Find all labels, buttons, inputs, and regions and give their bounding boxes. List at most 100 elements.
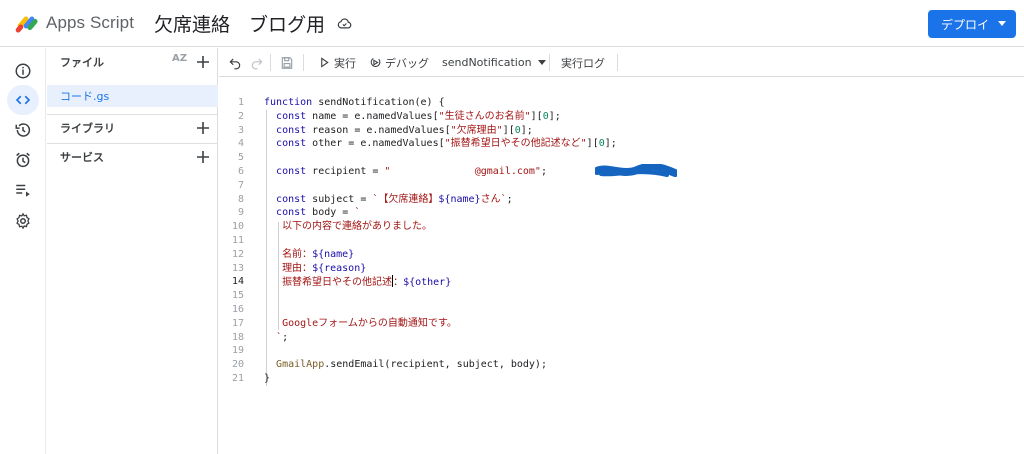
sort-az-icon[interactable]: AZ <box>172 54 187 64</box>
alarm-icon <box>16 152 30 168</box>
code-line[interactable]: 20 GmailApp.sendEmail(recipient, subject… <box>219 358 1024 372</box>
code-token: " @gmail.com" <box>384 166 541 177</box>
chevron-down-icon <box>998 21 1006 26</box>
chevron-down-icon <box>537 60 546 65</box>
code-line[interactable]: 6 const recipient = " @gmail.com"; <box>219 165 1024 179</box>
rail-editor[interactable] <box>7 85 39 115</box>
code-line[interactable]: 4 const other = e.namedValues["振替希望日やその他… <box>219 137 1024 151</box>
file-item-code-gs[interactable]: コード.gs <box>47 85 218 107</box>
execution-log-button[interactable]: 実行ログ <box>561 48 605 77</box>
services-section-label: サービス <box>60 151 104 164</box>
code-text: const name = e.namedValues["生徒さんのお名前"][0… <box>264 110 561 124</box>
files-section-label: ファイル <box>60 56 104 69</box>
rail-executions[interactable] <box>7 175 39 205</box>
deploy-button[interactable]: デプロイ <box>928 10 1016 38</box>
code-token: reason = e.namedValues[ <box>312 124 451 136</box>
cloud-saved-icon <box>337 18 352 29</box>
line-number: 17 <box>231 317 244 329</box>
code-token: const <box>276 193 313 205</box>
code-token: sendNotification(e) { <box>318 97 445 108</box>
apps-script-logo-icon <box>15 16 38 33</box>
code-line[interactable]: 13 理由：${reason} <box>219 262 1024 276</box>
code-token: body = <box>312 207 355 219</box>
code-line[interactable]: 18 `; <box>219 331 1024 345</box>
code-line[interactable]: 3 const reason = e.namedValues["欠席理由"][0… <box>219 124 1024 138</box>
code-token: ` <box>354 207 361 219</box>
code-text: const reason = e.namedValues["欠席理由"][0]; <box>264 124 533 138</box>
code-icon <box>15 95 31 105</box>
code-line[interactable]: 21} <box>219 372 1024 386</box>
redo-button[interactable] <box>250 48 264 77</box>
function-name: sendNotification <box>442 56 532 69</box>
code-line[interactable]: 17 Googleフォームからの自動通知です。 <box>219 317 1024 331</box>
code-text: const body = ` <box>264 206 360 220</box>
code-line[interactable]: 16 <box>219 303 1024 317</box>
add-service-icon[interactable] <box>196 150 210 164</box>
rail-history[interactable] <box>7 115 39 145</box>
rail-settings[interactable] <box>7 206 39 236</box>
info-icon <box>15 63 31 79</box>
code-token: ： <box>393 277 404 289</box>
add-file-icon[interactable] <box>196 55 210 69</box>
code-line[interactable]: 9 const body = ` <box>219 206 1024 220</box>
code-token: ][ <box>586 138 599 150</box>
line-number: 4 <box>237 138 244 150</box>
toolbar-separator <box>617 54 618 71</box>
code-line[interactable]: 14 振替希望日やその他記述：${other} <box>219 275 1024 289</box>
code-token: 振替希望日やその他記述 <box>282 277 393 289</box>
code-token: ][ <box>530 110 543 122</box>
code-editor[interactable]: 1 function sendNotification(e) {2 const n… <box>219 78 1024 454</box>
debug-icon <box>370 57 381 68</box>
deploy-button-label: デプロイ <box>941 17 990 32</box>
add-library-icon[interactable] <box>196 121 210 135</box>
code-line[interactable]: 8 const subject = `【欠席連絡】${name}さん`; <box>219 193 1024 207</box>
code-line[interactable]: 1 function sendNotification(e) { <box>219 96 1024 110</box>
line-number: 1 <box>237 97 244 108</box>
services-section-header: サービス <box>47 143 218 171</box>
line-number: 8 <box>237 193 244 205</box>
code-line[interactable]: 11 <box>219 234 1024 248</box>
code-token: ${name} <box>312 248 355 260</box>
project-title[interactable]: 欠席連絡 ブログ用 <box>154 10 325 37</box>
line-number: 14 <box>231 276 244 288</box>
libraries-section-label: ライブラリ <box>60 122 115 135</box>
code-token: "振替希望日やその他記述など" <box>444 138 587 150</box>
code-line[interactable]: 10 以下の内容で連絡がありました。 <box>219 220 1024 234</box>
code-line[interactable]: 15 <box>219 289 1024 303</box>
line-number: 3 <box>237 124 244 136</box>
code-line[interactable]: 7 <box>219 179 1024 193</box>
line-number: 6 <box>237 166 244 177</box>
code-token: さん` <box>480 193 507 205</box>
code-text: const other = e.namedValues["振替希望日やその他記述… <box>264 137 617 151</box>
code-token: const <box>276 138 313 150</box>
save-button[interactable] <box>280 48 294 77</box>
code-token: "欠席理由" <box>450 124 503 136</box>
code-line[interactable]: 2 const name = e.namedValues["生徒さんのお名前"]… <box>219 110 1024 124</box>
debug-button[interactable]: デバッグ <box>369 48 429 77</box>
rail-triggers[interactable] <box>7 145 39 175</box>
code-line[interactable]: 12 名前：${name} <box>219 248 1024 262</box>
save-icon <box>281 56 293 69</box>
run-button[interactable]: 実行 <box>319 48 356 77</box>
code-text: } <box>264 372 270 386</box>
rail-overview[interactable] <box>7 56 39 86</box>
line-number: 2 <box>237 110 244 122</box>
code-line[interactable]: 5 <box>219 151 1024 165</box>
line-number: 13 <box>231 262 244 274</box>
code-token: .sendEmail(recipient, subject, body); <box>324 359 547 371</box>
line-number: 7 <box>237 179 244 191</box>
undo-button[interactable] <box>228 48 242 77</box>
history-icon <box>15 123 31 137</box>
code-text: Googleフォームからの自動通知です。 <box>264 317 457 331</box>
function-selector[interactable]: sendNotification <box>442 48 546 77</box>
code-line[interactable]: 19 <box>219 344 1024 358</box>
code-token: ${name} <box>438 193 481 205</box>
code-token: recipient = <box>312 166 385 177</box>
code-token: const <box>276 124 313 136</box>
line-number: 21 <box>231 373 244 384</box>
executions-icon <box>16 184 30 197</box>
